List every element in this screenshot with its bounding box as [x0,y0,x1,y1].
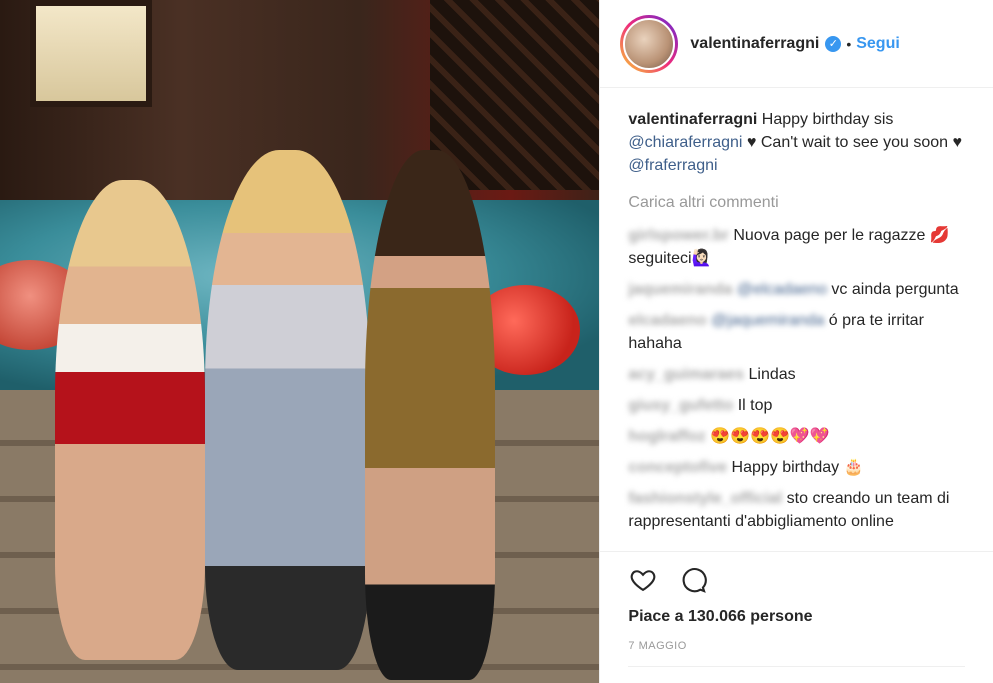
divider [628,666,965,667]
follow-button[interactable]: Segui [856,35,900,53]
post-caption: valentinaferragni Happy birthday sis @ch… [628,108,971,177]
caption-text-1: Happy birthday sis [761,111,894,128]
heart-icon[interactable] [628,566,658,594]
likes-count[interactable]: Piace a 130.066 persone [628,608,965,626]
person-center [205,150,370,670]
caption-username[interactable]: valentinaferragni [628,111,757,128]
background-window [30,0,152,107]
comment-mention[interactable]: @jaquemiranda [711,312,824,329]
comment-item: jaquemiranda @elcadaeno vc ainda pergunt… [628,278,971,301]
comment-item: acy_guimaraes Lindas [628,363,971,386]
comment-username[interactable]: fashionstyle_official [628,490,782,507]
verified-badge-icon: ✓ [825,35,842,52]
comment-text: vc ainda pergunta [831,281,959,298]
background-lattice-door [430,0,600,190]
avatar[interactable] [623,17,676,70]
post-actions: Piace a 130.066 persone 7 MAGGIO [600,551,993,683]
avatar-ring[interactable] [620,14,679,73]
comment-text: 😍😍😍😍💖💖 [710,428,830,445]
comment-item: hoglraffoz 😍😍😍😍💖💖 [628,425,971,448]
comment-item: fashionstyle_official sto creando un tea… [628,487,971,533]
comment-username[interactable]: hoglraffoz [628,428,705,445]
comment-username[interactable]: conceptofive [628,459,727,476]
comment-icon[interactable] [678,566,708,594]
comment-text: Happy birthday 🎂 [731,459,864,476]
instagram-post: valentinaferragni ✓ • Segui valentinafer… [0,0,993,683]
header-separator: • [846,35,852,52]
load-more-comments-button[interactable]: Carica altri commenti [628,191,971,214]
post-header: valentinaferragni ✓ • Segui [600,0,993,88]
post-photo[interactable] [0,0,600,683]
comment-item: conceptofive Happy birthday 🎂 [628,456,971,479]
post-side-panel: valentinaferragni ✓ • Segui valentinafer… [599,0,993,683]
comment-item: elcadaeno @jaquemiranda ó pra te irritar… [628,309,971,355]
person-left [55,180,205,660]
comment-username[interactable]: elcadaeno [628,312,706,329]
comment-item: girlspower.br Nuova page per le ragazze … [628,224,971,270]
caption-mention-1[interactable]: @chiaraferragni [628,134,742,151]
comment-text: Il top [737,397,773,414]
comment-text: Lindas [748,366,796,383]
comment-username[interactable]: acy_guimaraes [628,366,744,383]
action-icons [628,566,965,594]
comment-item: giusy_gufetto Il top [628,394,971,417]
post-date[interactable]: 7 MAGGIO [628,640,965,652]
header-username[interactable]: valentinaferragni [690,35,819,53]
comment-username[interactable]: giusy_gufetto [628,397,733,414]
caption-mention-2[interactable]: @fraferragni [628,157,717,174]
comment-mention[interactable]: @elcadaeno [737,281,827,298]
person-right [365,150,495,680]
comment-username[interactable]: girlspower.br [628,227,728,244]
comment-username[interactable]: jaquemiranda [628,281,732,298]
comments-section[interactable]: valentinaferragni Happy birthday sis @ch… [600,88,993,551]
caption-text-2: ♥ Can't wait to see you soon ♥ [746,134,962,151]
